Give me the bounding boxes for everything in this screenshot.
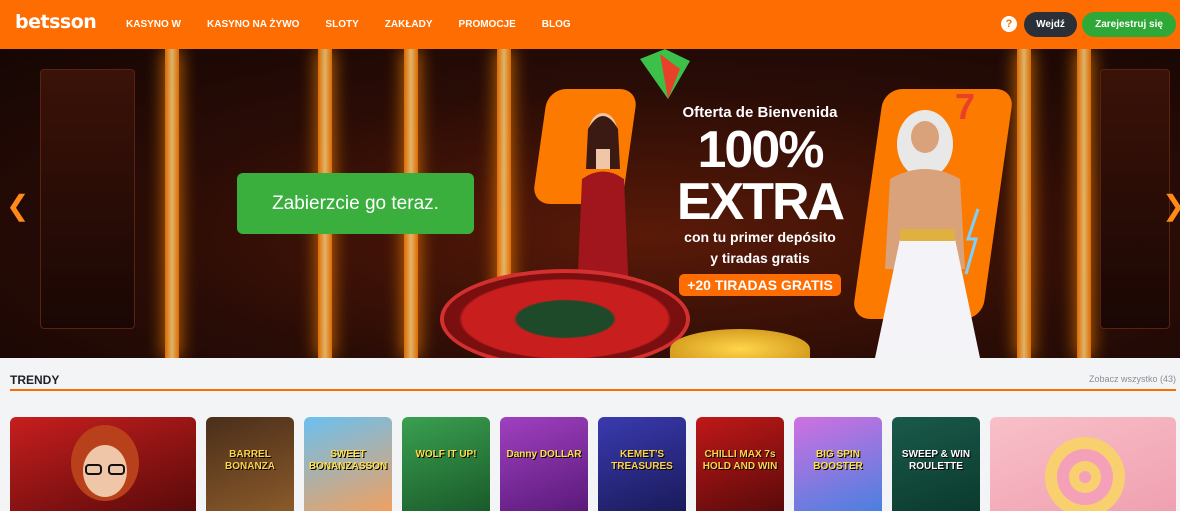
game-tile[interactable] <box>10 417 196 511</box>
nav-item-kasyno-na-zywo[interactable]: KASYNO NA ŻYWO <box>207 19 299 30</box>
hero-banner[interactable]: 7 Ofterta de Bienvenida 100% EXTRA con t… <box>0 49 1180 358</box>
game-tile[interactable]: Danny DOLLAR <box>500 417 588 511</box>
svg-text:7: 7 <box>955 89 975 127</box>
game-title: SWEEP & WIN ROULETTE <box>901 449 971 472</box>
nav-item-sloty[interactable]: SLOTY <box>325 19 358 30</box>
game-tile[interactable]: SWEET BONANZASSON <box>304 417 392 511</box>
section-divider <box>10 389 1176 391</box>
gold-coins-image <box>670 329 810 358</box>
light-pillar <box>165 49 179 358</box>
game-tile[interactable]: KEMET'S TREASURES <box>598 417 686 511</box>
promo-extra: EXTRA <box>676 173 845 231</box>
welcome-offer: Ofterta de Bienvenida 100% EXTRA con tu … <box>640 104 880 296</box>
game-tile[interactable]: SWEEP & WIN ROULETTE <box>892 417 980 511</box>
see-all-link[interactable]: Zobacz wszystko (43) <box>1089 374 1176 384</box>
nav-item-blog[interactable]: BLOG <box>542 19 571 30</box>
login-button[interactable]: Wejdź <box>1024 12 1077 37</box>
game-character-image <box>71 425 139 501</box>
game-tile[interactable]: WOLF IT UP! <box>402 417 490 511</box>
nav-item-zaklady[interactable]: ZAKŁADY <box>385 19 433 30</box>
chevron-right-icon[interactable]: ❯ <box>1162 189 1180 222</box>
promo-percentage: 100% <box>697 121 825 179</box>
light-pillar <box>1017 49 1031 358</box>
register-button[interactable]: Zarejestruj się <box>1082 12 1176 37</box>
light-pillar <box>1077 49 1091 358</box>
game-title: BIG SPIN BOOSTER <box>813 449 863 472</box>
background-door <box>40 69 135 329</box>
nav-item-kasyno[interactable]: KASYNO W <box>126 19 181 30</box>
lollipop-image <box>1045 437 1125 511</box>
section-title: TRENDY <box>10 373 60 387</box>
free-spins-badge: +20 TIRADAS GRATIS <box>679 274 841 296</box>
game-title: SWEET BONANZASSON <box>308 449 388 472</box>
help-icon[interactable]: ? <box>1001 16 1017 32</box>
claim-offer-button[interactable]: Zabierzcie go teraz. <box>237 173 474 234</box>
gem-icon <box>640 49 690 99</box>
betsson-logo[interactable]: betsson <box>15 11 97 33</box>
game-tile[interactable]: BARREL BONANZA <box>206 417 294 511</box>
game-tile[interactable] <box>990 417 1176 511</box>
promo-title: Ofterta de Bienvenida <box>682 104 838 121</box>
top-navigation-bar: betsson KASYNO W KASYNO NA ŻYWO SLOTY ZA… <box>0 0 1180 49</box>
game-title: CHILLI MAX 7s HOLD AND WIN <box>702 449 778 472</box>
nav-item-promocje[interactable]: PROMOCJE <box>459 19 516 30</box>
game-tile[interactable]: CHILLI MAX 7s HOLD AND WIN <box>696 417 784 511</box>
chevron-left-icon[interactable]: ❮ <box>6 189 29 222</box>
game-title: BARREL BONANZA <box>225 449 275 472</box>
promo-line: con tu primer depósito <box>684 229 836 245</box>
game-title: WOLF IT UP! <box>415 449 477 460</box>
game-title: Danny DOLLAR <box>506 449 582 460</box>
game-tile[interactable]: BIG SPIN BOOSTER <box>794 417 882 511</box>
game-title: KEMET'S TREASURES <box>611 449 673 472</box>
background-door <box>1100 69 1170 329</box>
promo-line: y tiradas gratis <box>710 250 810 266</box>
main-nav: KASYNO W KASYNO NA ŻYWO SLOTY ZAKŁADY PR… <box>126 0 597 49</box>
